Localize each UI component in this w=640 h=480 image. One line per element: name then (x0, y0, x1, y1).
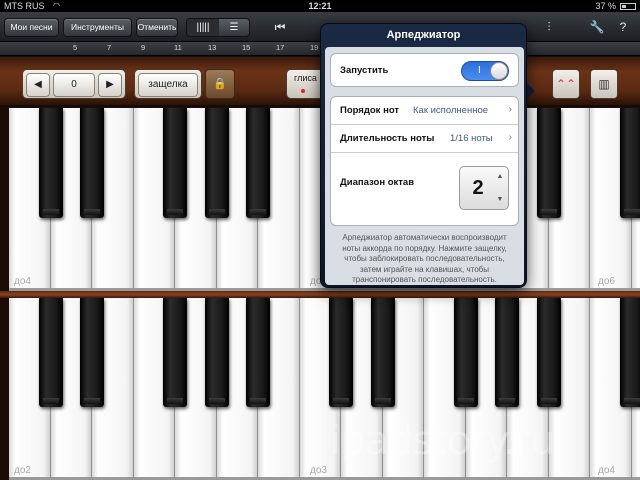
undo-button[interactable]: Отменить (136, 18, 178, 37)
help-icon[interactable]: ? (614, 18, 632, 37)
black-key[interactable] (453, 298, 478, 408)
run-row: Запустить I (331, 54, 518, 88)
black-key[interactable] (246, 298, 270, 408)
toggle-knob (490, 62, 508, 80)
black-key[interactable] (80, 298, 104, 408)
popover-title: Арпеджиатор (386, 29, 461, 41)
run-toggle[interactable]: I (461, 61, 509, 81)
octave-label-top-right: до6 (598, 276, 615, 287)
mixer-icon[interactable]: ⫶ (540, 18, 558, 37)
black-key[interactable] (536, 298, 561, 408)
rewind-icon[interactable]: ⏮ (270, 18, 290, 37)
arpeggiator-button[interactable]: ⌃⌃ (552, 69, 580, 99)
black-key[interactable] (163, 298, 187, 408)
run-label: Запустить (340, 65, 389, 76)
black-key[interactable] (38, 298, 63, 408)
status-bar: MTS RUS ◠ 12:21 37 % (0, 0, 640, 12)
sustain-label: защелка (138, 73, 198, 97)
ruler-tick: 5 (73, 43, 78, 52)
settings-group: Порядок нот Как исполненное › Длительнос… (330, 96, 519, 226)
octave-label-bottom-left: до2 (14, 465, 31, 476)
sustain-button[interactable]: защелка (134, 69, 202, 99)
lock-icon[interactable]: 🔒 (205, 69, 235, 99)
range-label: Диапазон октав (340, 177, 415, 188)
range-row: Диапазон октав 2 ▲ ▼ (331, 153, 518, 226)
ruler-tick: 7 (107, 43, 112, 52)
octave-up-button[interactable]: ▶ (98, 73, 122, 97)
range-value: 2 (472, 177, 484, 199)
black-key[interactable] (38, 108, 63, 218)
keyboard-layout-button[interactable]: ▥ (590, 69, 618, 99)
black-key[interactable] (204, 298, 229, 408)
black-key[interactable] (163, 108, 187, 218)
watermark: ipadstory.ru (330, 418, 555, 464)
octave-control: ◀ 0 ▶ (22, 69, 126, 99)
clock-label: 12:21 (308, 1, 332, 11)
glissando-label: глиса (294, 73, 317, 83)
ruler-tick: 15 (242, 43, 251, 52)
arpeggiator-help-text: Арпеджиатор автоматически воспроизводит … (342, 233, 507, 284)
run-group: Запустить I (330, 53, 519, 87)
octave-down-button[interactable]: ◀ (26, 73, 50, 97)
duration-label: Длительность ноты (340, 133, 435, 144)
black-key[interactable] (246, 108, 270, 218)
popover-arrow (526, 82, 535, 100)
ruler-tick: 17 (276, 43, 285, 52)
black-key[interactable] (619, 108, 640, 218)
battery-icon (620, 3, 636, 10)
range-stepper[interactable]: 2 ▲ ▼ (459, 166, 509, 210)
stepper-up-icon[interactable]: ▲ (495, 173, 505, 180)
keyboard-divider (0, 291, 640, 298)
glissando-indicator-icon (301, 89, 305, 93)
black-key[interactable] (495, 298, 519, 408)
order-label: Порядок нот (340, 105, 400, 116)
view-switch: ||||| ☰ (186, 18, 250, 37)
my-songs-button[interactable]: Мои песни (4, 18, 59, 37)
ruler-tick: 13 (208, 43, 217, 52)
duration-row[interactable]: Длительность ноты 1/16 ноты › (331, 125, 518, 152)
black-key[interactable] (204, 108, 229, 218)
arpeggiator-popover: Арпеджиатор Запустить I Порядок нот Как … (320, 23, 527, 288)
ruler-tick: 11 (174, 43, 182, 52)
octave-label-top-left: до4 (14, 276, 31, 287)
ruler-tick: 19 (310, 43, 319, 52)
wrench-icon[interactable]: 🔧 (588, 18, 606, 37)
chevron-right-icon: › (508, 104, 512, 115)
order-value: Как исполненное (413, 105, 489, 116)
run-toggle-text: I (478, 65, 481, 76)
black-key[interactable] (370, 298, 395, 408)
duration-value: 1/16 ноты (450, 133, 493, 144)
instruments-button[interactable]: Инструменты (63, 18, 132, 37)
order-row[interactable]: Порядок нот Как исполненное › (331, 97, 518, 124)
black-key[interactable] (536, 108, 561, 218)
stepper-down-icon[interactable]: ▼ (495, 196, 505, 203)
octave-label-bottom-right: до4 (598, 465, 615, 476)
octave-label-bottom-middle: до3 (310, 465, 327, 476)
black-key[interactable] (329, 298, 353, 408)
black-key[interactable] (80, 108, 104, 218)
popover-content: Запустить I Порядок нот Как исполненное … (325, 47, 524, 285)
black-key[interactable] (619, 298, 640, 408)
ruler-tick: 9 (141, 43, 146, 52)
octave-value: 0 (53, 73, 95, 97)
battery-percent: 37 % (595, 1, 616, 11)
chevron-right-icon: › (508, 132, 512, 143)
tracks-view-icon[interactable]: ☰ (219, 19, 249, 36)
keyboard-view-icon[interactable]: ||||| (187, 19, 219, 36)
